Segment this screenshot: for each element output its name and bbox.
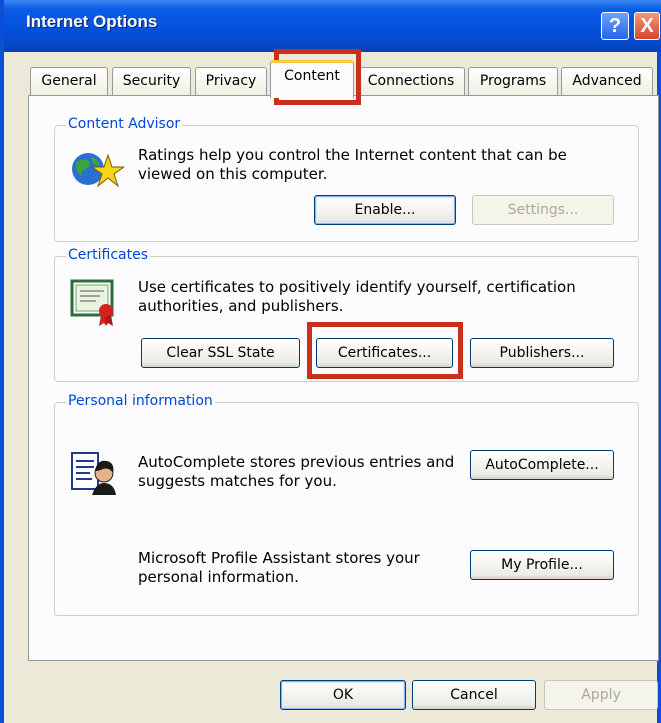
tab-advanced[interactable]: Advanced: [561, 67, 653, 95]
settings-button[interactable]: Settings...: [472, 195, 614, 225]
globe-star-icon: [72, 153, 124, 188]
cancel-button[interactable]: Cancel: [412, 680, 536, 710]
profile-assistant-description: Microsoft Profile Assistant stores your …: [138, 549, 420, 586]
internet-options-window: Internet Options ? X General Security Pr…: [0, 0, 661, 723]
content-advisor-legend: Content Advisor: [66, 116, 183, 132]
certificates-button[interactable]: Certificates...: [316, 338, 453, 368]
publishers-button[interactable]: Publishers...: [470, 338, 614, 368]
tab-connections[interactable]: Connections: [357, 67, 465, 95]
window-title: Internet Options: [26, 12, 158, 31]
tab-programs[interactable]: Programs: [468, 67, 558, 95]
tab-general[interactable]: General: [30, 67, 108, 95]
my-profile-button[interactable]: My Profile...: [470, 550, 614, 580]
help-button[interactable]: ?: [601, 12, 629, 40]
certificates-legend: Certificates: [66, 247, 151, 263]
autocomplete-button[interactable]: AutoComplete...: [470, 450, 614, 480]
title-bar[interactable]: Internet Options ? X: [4, 0, 661, 52]
close-button[interactable]: X: [634, 12, 660, 40]
tab-content[interactable]: Content: [270, 60, 354, 98]
ok-button[interactable]: OK: [280, 680, 406, 710]
tab-privacy[interactable]: Privacy: [195, 67, 267, 95]
certificates-description: Use certificates to positively identify …: [138, 278, 576, 315]
content-advisor-description: Ratings help you control the Internet co…: [138, 146, 567, 183]
personal-information-legend: Personal information: [66, 393, 215, 409]
enable-button[interactable]: Enable...: [314, 195, 456, 225]
tab-security[interactable]: Security: [112, 67, 191, 95]
certificate-icon: [70, 279, 114, 326]
apply-button[interactable]: Apply: [544, 680, 658, 710]
profile-assistant-icon: [71, 452, 116, 495]
clear-ssl-state-button[interactable]: Clear SSL State: [141, 338, 300, 368]
autocomplete-description: AutoComplete stores previous entries and…: [138, 453, 455, 490]
